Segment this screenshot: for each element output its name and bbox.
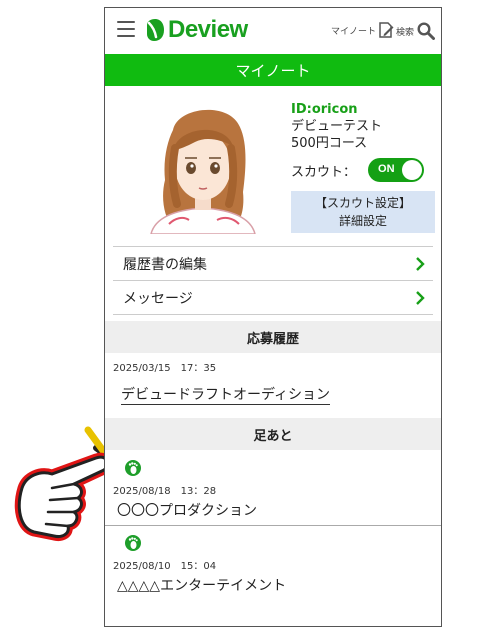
logo[interactable]: Deview <box>145 15 248 45</box>
avatar <box>150 109 256 234</box>
scout-toggle-label: ON <box>378 163 395 175</box>
application-item[interactable]: デビュードラフトオーディション <box>121 384 331 405</box>
section-applications: 応募履歴 <box>105 321 441 353</box>
scout-row: スカウト： ON <box>291 158 437 182</box>
chevron-right-icon <box>416 256 425 271</box>
phone-frame: Deview マイノート 検索 マイノート ID:oricon デビューテスト … <box>104 7 442 627</box>
footprint-item[interactable]: △△△△エンターテイメント <box>117 575 286 595</box>
menu-item-message[interactable]: メッセージ <box>113 280 433 315</box>
menu-item-label: 履歴書の編集 <box>123 256 207 273</box>
chevron-right-icon <box>416 290 425 305</box>
search-icon <box>417 22 436 40</box>
hamburger-icon[interactable] <box>117 21 135 37</box>
footprint-date: 2025/08/18 13：28 <box>113 486 217 497</box>
scout-settings-detail: 詳細設定 <box>338 214 387 228</box>
footprint-icon <box>125 460 141 476</box>
scout-settings-button[interactable]: 【スカウト設定】 詳細設定 <box>291 191 435 233</box>
search-link[interactable]: 検索 <box>396 22 436 40</box>
section-footprints: 足あと <box>105 418 441 450</box>
application-name: デビュードラフトオーディション <box>121 387 331 405</box>
footprint-item[interactable]: 〇〇〇プロダクション <box>117 500 257 520</box>
logo-mark-icon <box>147 19 164 41</box>
my-note-label: マイノート <box>331 26 377 37</box>
toggle-knob <box>402 160 423 180</box>
scout-label: スカウト： <box>291 164 357 180</box>
scout-settings-title: 【スカウト設定】 <box>314 196 411 210</box>
divider <box>105 525 441 526</box>
menu-item-resume[interactable]: 履歴書の編集 <box>113 246 433 280</box>
my-note-link[interactable]: マイノート <box>331 22 394 38</box>
note-edit-icon <box>379 22 394 38</box>
profile-id: ID:oricon <box>291 102 358 117</box>
footprint-date: 2025/08/10 15：04 <box>113 561 217 572</box>
profile-course: 500円コース <box>291 136 368 151</box>
menu-item-label: メッセージ <box>123 290 193 307</box>
search-label: 検索 <box>396 27 415 38</box>
logo-text: Deview <box>168 16 248 43</box>
scout-toggle[interactable]: ON <box>368 158 425 182</box>
profile-info: ID:oricon デビューテスト 500円コース スカウト： ON <box>291 101 437 182</box>
application-date: 2025/03/15 17：35 <box>113 363 217 374</box>
profile-name: デビューテスト <box>291 119 383 134</box>
page-title: マイノート <box>105 54 441 86</box>
app-header: Deview マイノート 検索 <box>105 8 441 52</box>
footprint-icon <box>125 535 141 551</box>
